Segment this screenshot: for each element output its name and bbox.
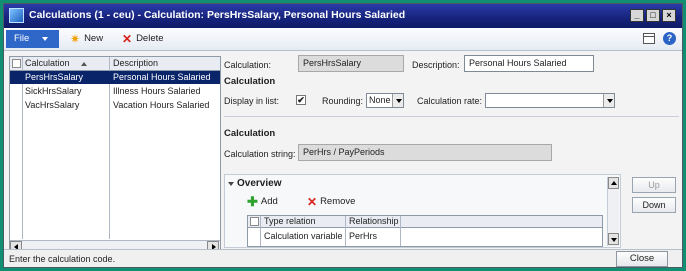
layout-icon[interactable] xyxy=(643,33,655,44)
delete-x-icon: ✕ xyxy=(122,31,133,46)
row-calculation: VacHrsSalary xyxy=(25,100,80,110)
window-title: Calculations (1 - ceu) - Calculation: Pe… xyxy=(29,9,406,21)
relationship-header[interactable]: Relationship xyxy=(349,216,399,226)
calculations-window: Calculations (1 - ceu) - Calculation: Pe… xyxy=(3,3,683,268)
row-description: Illness Hours Salaried xyxy=(113,86,201,96)
type-relation-header[interactable]: Type relation xyxy=(264,216,316,226)
column-divider[interactable] xyxy=(400,216,401,246)
file-label: File xyxy=(14,33,30,44)
calculation-list-grid: Calculation Description PersHrsSalary Pe… xyxy=(9,56,221,254)
arrow-down-icon xyxy=(611,238,617,242)
row-description: Personal Hours Salaried xyxy=(113,72,211,82)
rounding-value: None xyxy=(369,95,391,105)
add-button[interactable]: ✚ Add xyxy=(247,193,278,209)
close-button[interactable]: Close xyxy=(616,251,668,267)
up-button[interactable]: Up xyxy=(632,177,676,193)
file-menu-button[interactable]: File xyxy=(6,30,59,48)
list-row-pershrssalary[interactable]: PersHrsSalary Personal Hours Salaried xyxy=(10,71,220,84)
section-title: Calculation xyxy=(224,76,276,87)
remove-x-icon: ✕ xyxy=(307,194,318,209)
calculation-field[interactable]: PersHrsSalary xyxy=(298,55,404,72)
action-toolbar: File ✷ New ✕ Delete ? xyxy=(4,28,682,51)
description-label: Description: xyxy=(412,60,460,70)
add-label: Add xyxy=(260,196,278,207)
row-calculation: PersHrsSalary xyxy=(25,72,84,82)
help-icon[interactable]: ? xyxy=(663,32,676,45)
status-bar: Enter the calculation code. Close xyxy=(4,249,682,267)
scroll-up-button[interactable] xyxy=(608,177,619,189)
remove-button[interactable]: ✕ Remove xyxy=(307,194,356,209)
new-label: New xyxy=(84,33,104,44)
relationship-cell[interactable]: PerHrs xyxy=(349,231,377,241)
delete-label: Delete xyxy=(136,33,164,44)
down-button[interactable]: Down xyxy=(632,197,676,213)
list-row-sickhrssalary[interactable]: SickHrsSalary Illness Hours Salaried xyxy=(10,85,220,98)
status-message: Enter the calculation code. xyxy=(9,254,116,264)
calculation-rate-select[interactable] xyxy=(485,93,615,108)
description-column-header[interactable]: Description xyxy=(113,58,158,68)
calculation-string-field[interactable]: PerHrs / PayPeriods xyxy=(298,144,552,161)
type-relation-cell[interactable]: Calculation variable xyxy=(264,231,343,241)
section-divider xyxy=(224,116,679,117)
chevron-down-icon xyxy=(42,37,48,41)
chevron-down-icon xyxy=(603,94,614,107)
overview-panel: Overview ✚ Add ✕ Remove Type relation Re… xyxy=(224,174,621,248)
delete-button[interactable]: ✕ Delete xyxy=(122,31,164,46)
vertical-scrollbar[interactable] xyxy=(607,177,619,246)
overview-grid-header: Type relation Relationship xyxy=(248,216,602,228)
select-all-checkbox[interactable] xyxy=(250,217,259,226)
app-icon xyxy=(9,8,24,23)
row-calculation: SickHrsSalary xyxy=(25,86,82,96)
minimize-button[interactable]: _ xyxy=(630,9,644,22)
overview-grid: Type relation Relationship Calculation v… xyxy=(247,215,603,247)
rounding-select[interactable]: None xyxy=(366,93,404,108)
column-divider xyxy=(260,216,261,246)
section-title: Calculation xyxy=(224,128,276,139)
list-row-vachrssalary[interactable]: VacHrsSalary Vacation Hours Salaried xyxy=(10,99,220,112)
calculation-string-label: Calculation string: xyxy=(224,149,296,159)
scroll-down-button[interactable] xyxy=(608,233,619,245)
calculation-label: Calculation: xyxy=(224,60,272,70)
column-divider[interactable] xyxy=(345,216,346,246)
calculation-rate-label: Calculation rate: xyxy=(417,96,483,106)
remove-label: Remove xyxy=(320,196,356,207)
display-in-list-checkbox[interactable]: ✔ xyxy=(296,95,306,105)
arrow-up-icon xyxy=(611,181,617,185)
collapse-triangle-icon[interactable] xyxy=(228,182,234,186)
toolbar-right: ? xyxy=(643,32,676,45)
display-in-list-label: Display in list: xyxy=(224,96,280,106)
maximize-button[interactable]: □ xyxy=(646,9,660,22)
new-button[interactable]: ✷ New xyxy=(70,31,104,46)
close-window-button[interactable]: × xyxy=(662,9,676,22)
chevron-down-icon xyxy=(392,94,403,107)
row-description: Vacation Hours Salaried xyxy=(113,100,210,110)
window-controls: _ □ × xyxy=(630,9,676,22)
grid-header: Calculation Description xyxy=(10,57,220,71)
rounding-label: Rounding: xyxy=(322,96,364,106)
overview-title[interactable]: Overview xyxy=(237,178,281,189)
new-star-icon: ✷ xyxy=(70,31,81,46)
select-all-checkbox[interactable] xyxy=(12,59,21,68)
add-plus-icon: ✚ xyxy=(247,193,258,209)
description-field[interactable]: Personal Hours Salaried xyxy=(464,55,594,72)
calculation-column-header[interactable]: Calculation xyxy=(25,58,70,68)
sort-ascending-icon xyxy=(81,62,87,66)
title-bar[interactable]: Calculations (1 - ceu) - Calculation: Pe… xyxy=(4,4,682,28)
